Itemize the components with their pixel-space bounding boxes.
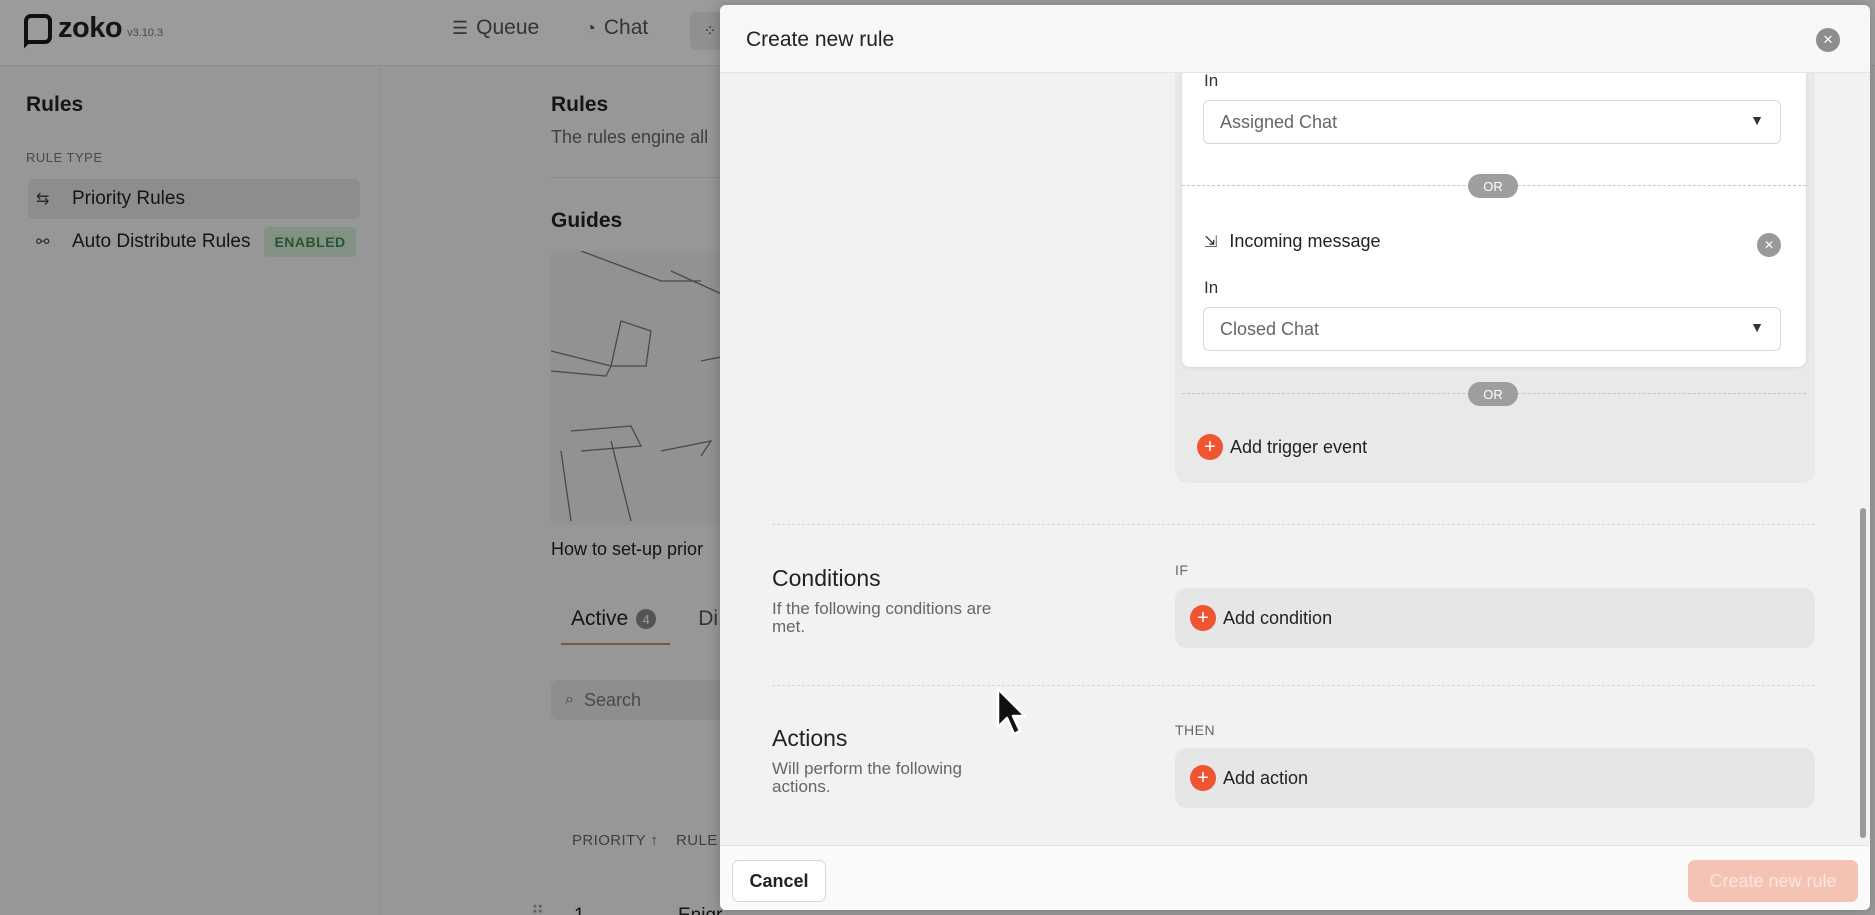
cancel-button[interactable]: Cancel: [732, 860, 826, 902]
select-value: Closed Chat: [1220, 318, 1320, 339]
add-condition-label: Add condition: [1223, 607, 1333, 628]
actions-description: Will perform the following actions.: [772, 759, 962, 796]
modal-title: Create new rule: [746, 28, 895, 51]
mouse-pointer-icon: [996, 687, 1027, 736]
trigger-in-label: In: [1204, 278, 1219, 297]
scrollbar-thumb[interactable]: [1860, 508, 1866, 838]
section-divider: [772, 524, 1815, 525]
trigger-chat-state-select[interactable]: Closed Chat ▼: [1203, 307, 1781, 351]
plus-icon: +: [1197, 434, 1223, 460]
trigger-event-header: ⇲ Incoming message: [1204, 231, 1380, 252]
modal-scrollbar[interactable]: [1860, 73, 1866, 853]
conditions-description: If the following conditions are met.: [772, 599, 992, 636]
incoming-message-icon: ⇲: [1204, 233, 1218, 251]
modal-footer: Cancel Create new rule: [720, 845, 1870, 910]
add-condition-button[interactable]: + Add condition: [1190, 605, 1332, 631]
section-divider: [772, 685, 1815, 686]
create-new-rule-button[interactable]: Create new rule: [1688, 860, 1858, 902]
actions-title: Actions: [772, 725, 848, 751]
chevron-down-icon: ▼: [1750, 319, 1764, 335]
if-tag: IF: [1175, 562, 1189, 578]
trigger-chat-state-select[interactable]: Assigned Chat ▼: [1203, 100, 1781, 144]
close-icon[interactable]: ✕: [1816, 28, 1840, 52]
add-trigger-label: Add trigger event: [1230, 436, 1368, 457]
then-tag: THEN: [1175, 722, 1216, 738]
create-rule-modal: In Assigned Chat ▼ OR ⇲ Incoming message…: [720, 5, 1870, 910]
conditions-title: Conditions: [772, 565, 881, 591]
add-trigger-event-button[interactable]: + Add trigger event: [1197, 434, 1367, 460]
or-pill: OR: [1468, 382, 1518, 406]
select-value: Assigned Chat: [1220, 111, 1338, 132]
trigger-event-name: Incoming message: [1229, 231, 1381, 251]
remove-trigger-button[interactable]: ✕: [1757, 233, 1781, 257]
plus-icon: +: [1190, 605, 1216, 631]
plus-icon: +: [1190, 765, 1216, 791]
trigger-in-label: In: [1204, 71, 1219, 90]
add-action-label: Add action: [1223, 767, 1309, 788]
add-action-button[interactable]: + Add action: [1190, 765, 1308, 791]
or-pill: OR: [1468, 174, 1518, 198]
modal-header: Create new rule ✕: [720, 5, 1870, 73]
chevron-down-icon: ▼: [1750, 112, 1764, 128]
